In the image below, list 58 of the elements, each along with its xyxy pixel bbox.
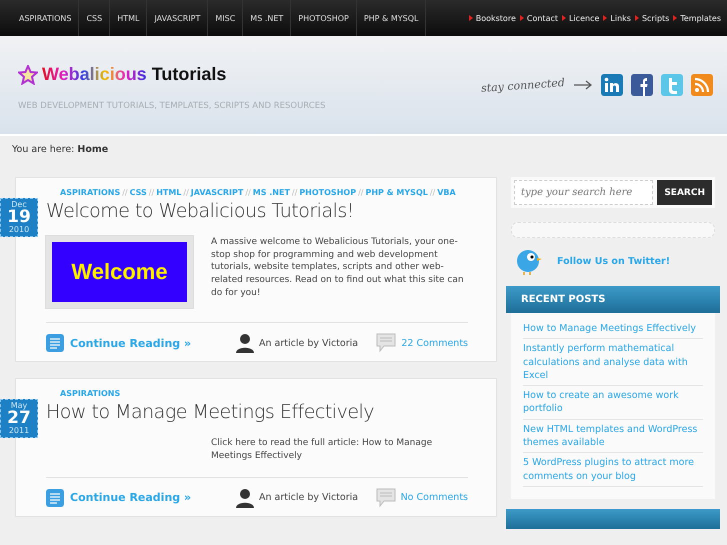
category-link[interactable]: HTML [156,188,182,197]
continue-reading-link[interactable]: Continue Reading » [46,488,236,507]
post-title[interactable]: How to Manage Meetings Effectively [46,401,468,424]
tag-separator: // [358,188,364,197]
twitter-follow-link[interactable]: Follow Us on Twitter! [557,256,670,266]
recent-post-link[interactable]: How to create an awesome work portfolio [523,386,703,420]
nav-link[interactable]: Links [603,14,631,22]
comments-link[interactable]: 22 Comments [401,338,468,349]
recent-post-link[interactable]: 5 WordPress plugins to attract more comments on your blog [523,453,703,487]
category-link[interactable]: PHP & MYSQL [365,188,428,197]
document-icon [46,334,64,352]
tag-separator: // [148,188,154,197]
category-link[interactable]: ASPIRATIONS [60,389,120,398]
tag-separator: // [245,188,251,197]
tag-separator: // [430,188,436,197]
welcome-banner: Welcome [46,236,193,308]
category-link[interactable]: CSS [130,188,147,197]
recent-post-link[interactable]: Instantly perform mathematical calculations and analyse data with Excel [523,339,703,386]
date-badge: Dec 19 2010 [0,198,38,237]
category-link[interactable]: PHOTOSHOP [299,188,356,197]
nav-link[interactable]: Templates [673,14,721,22]
document-icon [46,488,64,507]
rss-icon[interactable] [691,74,713,96]
category-link[interactable]: MS .NET [252,188,290,197]
arrow-icon [573,80,593,90]
tag-separator: // [122,188,128,197]
recent-post-link[interactable]: New HTML templates and WordPress themes available [523,420,703,454]
stay-connected-text: stay connected [480,76,566,94]
category-link[interactable]: JAVASCRIPT [190,188,244,197]
nav-link[interactable]: Scripts [634,14,670,22]
post-excerpt: Click here to read the full article: How to Manage Meetings Effectively [211,437,434,463]
nav-link[interactable]: Licence [562,14,600,22]
linkedin-icon[interactable] [601,74,623,96]
comments-link[interactable]: No Comments [400,492,468,504]
widget-header: RECENT POSTS [506,286,720,313]
author-text: An article by Victoria [259,492,358,504]
continue-reading-link[interactable]: Continue Reading » [46,334,236,352]
nav-link[interactable]: Contact [520,14,558,22]
tag-separator: // [292,188,298,197]
star-icon [18,64,38,84]
person-icon [236,488,254,508]
person-icon [236,333,254,354]
post-title[interactable]: Welcome to Webalicious Tutorials! [46,200,468,222]
date-badge: May 27 2011 [0,399,38,438]
tagline: WEB DEVELOPMENT TUTORIALS, TEMPLATES, SCRIPTS AND RESOURCES [18,101,326,111]
post-excerpt: A massive welcome to Webalicious Tutorials, your one-stop shop for programming and web development tutorials, website templates, scripts and other web-related resources. Read on to find out what this site can do for you! [211,236,465,300]
tag-separator: // [183,188,189,197]
author-text: An article by Victoria [259,338,358,349]
category-link[interactable]: VBA [437,188,456,197]
nav-link[interactable]: Bookstore [468,14,516,22]
recent-post-link[interactable]: How to Manage Meetings Effectively [523,319,703,340]
facebook-icon[interactable] [631,74,653,96]
search-field[interactable]: type your search here [514,180,654,205]
speech-bubble-icon [376,488,396,508]
breadcrumb: You are here: Home [11,143,110,155]
category-link[interactable]: ASPIRATIONS [60,188,120,197]
search-button[interactable]: SEARCH [657,180,712,205]
speech-bubble-icon [376,333,396,354]
